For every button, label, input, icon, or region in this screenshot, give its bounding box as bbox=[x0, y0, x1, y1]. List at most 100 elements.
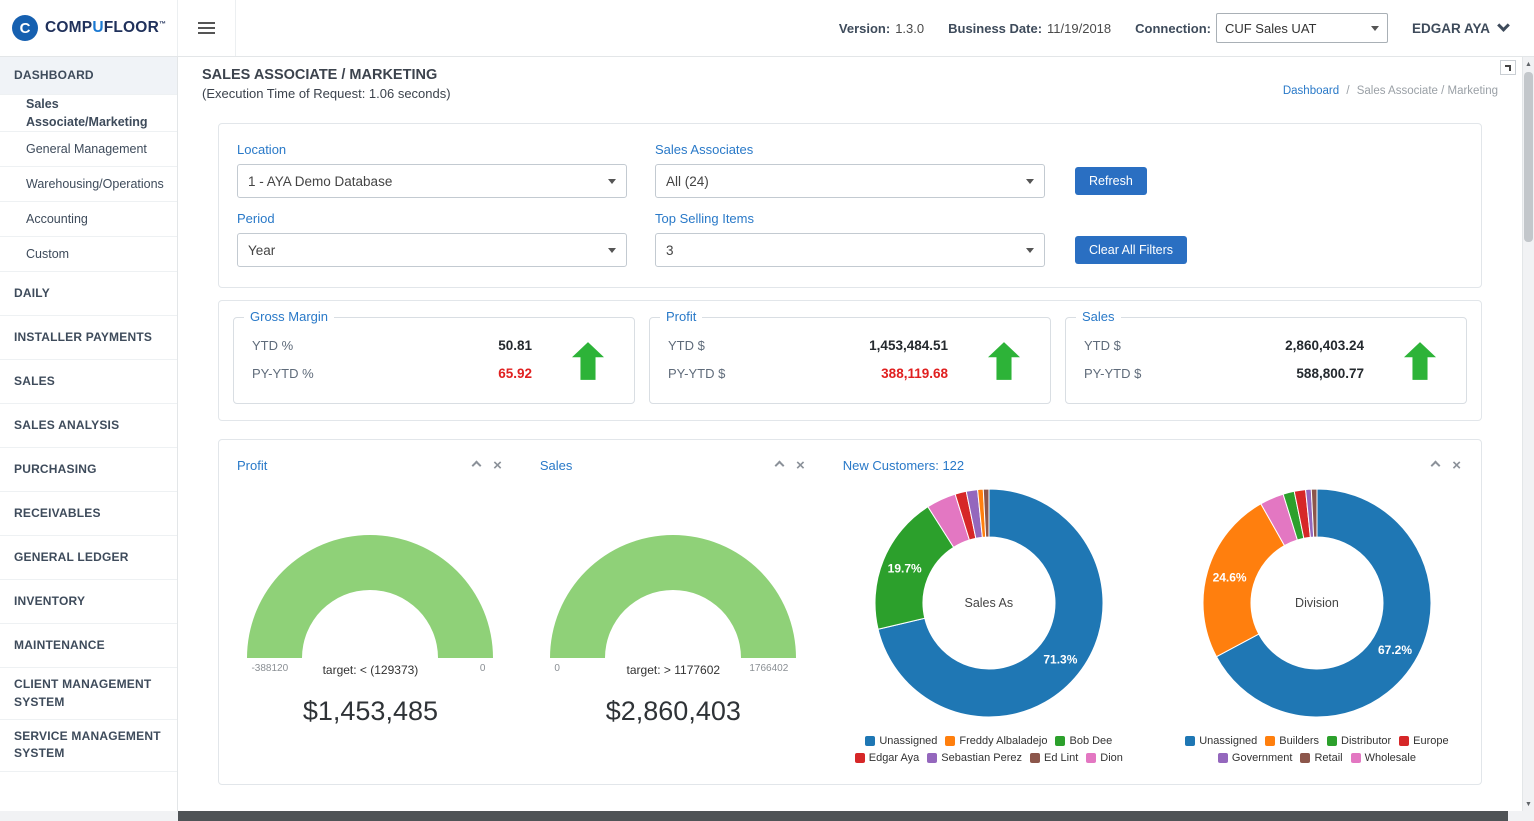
sales-associates-value: All (24) bbox=[666, 174, 709, 189]
sales-gauge-chart: 0 target: > 1177602 1766402 $2,860,403 bbox=[522, 533, 825, 727]
collapse-chart-icon[interactable] bbox=[1431, 461, 1441, 471]
close-chart-icon[interactable]: × bbox=[493, 458, 502, 473]
sales-associates-select[interactable]: All (24) bbox=[655, 164, 1045, 198]
page-head: SALES ASSOCIATE / MARKETING (Execution T… bbox=[202, 67, 1498, 101]
gauge-target-label: target: < (129373) bbox=[245, 663, 495, 677]
legend-label: Europe bbox=[1413, 735, 1448, 747]
sidebar-item-service-management-system[interactable]: SERVICE MANAGEMENT SYSTEM bbox=[0, 720, 177, 772]
horizontal-scrollbar[interactable] bbox=[0, 811, 1534, 821]
version-info: Version: 1.3.0 bbox=[839, 21, 924, 36]
caret-down-icon bbox=[1371, 26, 1379, 31]
collapse-chart-icon[interactable] bbox=[472, 461, 482, 471]
sidebar-item-installer-payments[interactable]: INSTALLER PAYMENTS bbox=[0, 316, 177, 360]
legend-label: Unassigned bbox=[879, 735, 937, 747]
legend-item-edgar-aya[interactable]: Edgar Aya bbox=[855, 752, 920, 764]
profit-gauge-chart: -388120 target: < (129373) 0 $1,453,485 bbox=[219, 533, 522, 727]
scroll-up-arrow[interactable]: ▲ bbox=[1523, 58, 1534, 70]
location-value: 1 - AYA Demo Database bbox=[248, 174, 392, 189]
legend-item-freddy-albaladejo[interactable]: Freddy Albaladejo bbox=[945, 735, 1047, 747]
vertical-scrollbar[interactable]: ▲ ▼ bbox=[1522, 57, 1534, 811]
scroll-down-arrow[interactable]: ▼ bbox=[1523, 798, 1534, 810]
compufloor-logo-icon bbox=[12, 15, 38, 41]
logo[interactable]: COMPUFLOOR™ bbox=[0, 0, 178, 56]
gauge-value: $1,453,485 bbox=[303, 696, 438, 727]
legend-item-europe[interactable]: Europe bbox=[1399, 735, 1448, 747]
legend-item-bob-dee[interactable]: Bob Dee bbox=[1055, 735, 1112, 747]
legend-item-unassigned[interactable]: Unassigned bbox=[1185, 735, 1257, 747]
kpi-title: Gross Margin bbox=[244, 309, 334, 324]
sidebar-item-maintenance[interactable]: MAINTENANCE bbox=[0, 624, 177, 668]
period-select[interactable]: Year bbox=[237, 233, 627, 267]
kpi-row-value: 2,860,403.24 bbox=[1285, 338, 1364, 353]
legend-item-unassigned[interactable]: Unassigned bbox=[865, 735, 937, 747]
period-value: Year bbox=[248, 243, 275, 258]
kpi-title: Sales bbox=[1076, 309, 1121, 324]
header: COMPUFLOOR™ Version: 1.3.0 Business Date… bbox=[0, 0, 1534, 57]
legend-item-dion[interactable]: Dion bbox=[1086, 752, 1123, 764]
legend-item-ed-lint[interactable]: Ed Lint bbox=[1030, 752, 1078, 764]
period-label: Period bbox=[237, 211, 627, 226]
clear-all-filters-button[interactable]: Clear All Filters bbox=[1075, 236, 1187, 264]
trend-up-arrow-icon bbox=[988, 342, 1020, 380]
legend-swatch-icon bbox=[945, 736, 955, 746]
sidebar-item-sales[interactable]: SALES bbox=[0, 360, 177, 404]
connection-info: Connection: CUF Sales UAT bbox=[1135, 13, 1388, 43]
sidebar-item-purchasing[interactable]: PURCHASING bbox=[0, 448, 177, 492]
sidebar-item-inventory[interactable]: INVENTORY bbox=[0, 580, 177, 624]
legend-swatch-icon bbox=[1300, 753, 1310, 763]
user-name: EDGAR AYA bbox=[1412, 21, 1490, 36]
legend-item-retail[interactable]: Retail bbox=[1300, 752, 1342, 764]
legend-item-sebastian-perez[interactable]: Sebastian Perez bbox=[927, 752, 1022, 764]
menu-toggle-button[interactable] bbox=[178, 0, 236, 56]
close-chart-icon[interactable]: × bbox=[796, 458, 805, 473]
legend-item-wholesale[interactable]: Wholesale bbox=[1351, 752, 1416, 764]
new-customers-title: New Customers: 122 bbox=[843, 458, 964, 473]
legend-swatch-icon bbox=[927, 753, 937, 763]
sidebar-item-sales-associate-marketing[interactable]: Sales Associate/Marketing bbox=[0, 95, 177, 132]
horizontal-scrollbar-thumb[interactable] bbox=[178, 811, 1508, 821]
location-select[interactable]: 1 - AYA Demo Database bbox=[237, 164, 627, 198]
sidebar-item-receivables[interactable]: RECEIVABLES bbox=[0, 492, 177, 536]
sidebar-item-general-management[interactable]: General Management bbox=[0, 132, 177, 167]
sales-as-donut-block: 71.3%19.7% Sales As UnassignedFreddy Alb… bbox=[825, 483, 1153, 764]
legend-item-distributor[interactable]: Distributor bbox=[1327, 735, 1391, 747]
sidebar-item-client-management-system[interactable]: CLIENT MANAGEMENT SYSTEM bbox=[0, 668, 177, 720]
kpi-row-label: PY-YTD $ bbox=[668, 366, 725, 381]
top-selling-items-select[interactable]: 3 bbox=[655, 233, 1045, 267]
kpi-row-value: 588,800.77 bbox=[1296, 366, 1364, 381]
legend-item-government[interactable]: Government bbox=[1218, 752, 1293, 764]
vertical-scrollbar-thumb[interactable] bbox=[1524, 72, 1533, 242]
breadcrumb: Dashboard / Sales Associate / Marketing bbox=[1283, 85, 1498, 101]
division-donut-chart: 67.2%24.6% Division bbox=[1197, 483, 1437, 723]
legend-label: Dion bbox=[1100, 752, 1123, 764]
sidebar-item-warehousing-operations[interactable]: Warehousing/Operations bbox=[0, 167, 177, 202]
trend-up-arrow-icon bbox=[1404, 342, 1436, 380]
legend-label: Ed Lint bbox=[1044, 752, 1078, 764]
legend-label: Unassigned bbox=[1199, 735, 1257, 747]
collapse-chart-icon[interactable] bbox=[775, 461, 785, 471]
panel-title: Profit bbox=[237, 458, 267, 473]
sidebar-item-daily[interactable]: DAILY bbox=[0, 272, 177, 316]
sidebar-item-sales-analysis[interactable]: SALES ANALYSIS bbox=[0, 404, 177, 448]
legend-label: Government bbox=[1232, 752, 1293, 764]
legend-item-builders[interactable]: Builders bbox=[1265, 735, 1319, 747]
caret-down-icon bbox=[1026, 248, 1034, 253]
sales-as-legend: Unassigned Freddy Albaladejo Bob Dee Edgar … bbox=[839, 735, 1139, 764]
business-date-label: Business Date: bbox=[948, 21, 1042, 36]
sidebar-item-accounting[interactable]: Accounting bbox=[0, 202, 177, 237]
connection-select[interactable]: CUF Sales UAT bbox=[1216, 13, 1388, 43]
logo-text: COMPUFLOOR™ bbox=[45, 19, 166, 37]
division-legend: Unassigned Builders Distributor Europe Gover… bbox=[1167, 735, 1467, 764]
collapse-panel-button[interactable] bbox=[1500, 60, 1516, 75]
legend-swatch-icon bbox=[1218, 753, 1228, 763]
sidebar-item-custom[interactable]: Custom bbox=[0, 237, 177, 272]
user-menu[interactable]: EDGAR AYA bbox=[1412, 21, 1508, 36]
kpi-row-label: PY-YTD $ bbox=[1084, 366, 1141, 381]
refresh-button[interactable]: Refresh bbox=[1075, 167, 1147, 195]
close-chart-icon[interactable]: × bbox=[1452, 458, 1461, 473]
sales-associates-label: Sales Associates bbox=[655, 142, 1045, 157]
breadcrumb-dashboard-link[interactable]: Dashboard bbox=[1283, 85, 1339, 97]
hamburger-icon bbox=[198, 22, 215, 24]
sidebar-item-general-ledger[interactable]: GENERAL LEDGER bbox=[0, 536, 177, 580]
sidebar-item-dashboard[interactable]: DASHBOARD bbox=[0, 57, 177, 95]
